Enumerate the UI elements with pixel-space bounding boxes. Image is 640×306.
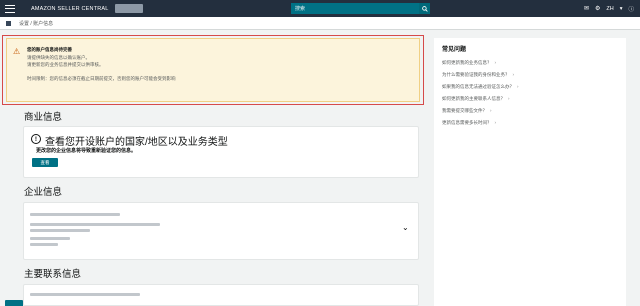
breadcrumb[interactable]: 设置 / 账户信息 [19, 20, 53, 27]
faq-link[interactable]: 如果我的信息无法通过验证怎么办？ › [442, 84, 519, 90]
company-info-card[interactable]: ⌄ [23, 202, 419, 260]
faq-panel: 常见问题 如何更新我的业务信息？ › 为什么需要验证我的身份和业务？ › 如果我的信… [434, 38, 626, 306]
faq-link[interactable]: 为什么需要验证我的身份和业务？ › [442, 72, 514, 78]
faq-link[interactable]: 如何更新我的业务信息？ › [442, 60, 496, 66]
search-button[interactable] [419, 3, 430, 14]
business-info-title: 查看您开设账户的国家/地区以及业务类型 [45, 137, 228, 148]
info-icon: ! [31, 134, 41, 144]
faq-link[interactable]: 更新信息需要多长时间？ › [442, 120, 496, 126]
gear-icon[interactable]: ⚙ [595, 5, 600, 12]
redacted-text [30, 293, 140, 296]
brand-logo[interactable]: AMAZON SELLER CENTRAL [31, 6, 109, 12]
top-navigation-bar: AMAZON SELLER CENTRAL 搜索 ✉ ⚙ ZH ▾ ⓘ [0, 0, 640, 17]
business-info-subtitle: 更改您的企业信息将导致重新验证您的信息。 [36, 148, 137, 154]
redacted-text [30, 229, 90, 232]
redacted-text [30, 223, 160, 226]
highlight-frame [2, 35, 424, 105]
topbar-actions: ✉ ⚙ ZH ▾ ⓘ [584, 2, 634, 15]
help-link[interactable]: ⓘ [628, 5, 634, 13]
redacted-text [30, 243, 58, 246]
breadcrumb-bar: 设置 / 账户信息 [0, 17, 640, 30]
redacted-text [30, 213, 120, 216]
chevron-down-icon[interactable]: ⌄ [402, 223, 409, 232]
search-icon [421, 5, 428, 12]
company-info-heading: 企业信息 [24, 187, 63, 198]
store-selector[interactable] [114, 4, 143, 13]
feedback-button[interactable] [5, 300, 23, 306]
contact-info-heading: 主要联系信息 [24, 269, 82, 280]
chevron-down-icon: ▾ [619, 5, 623, 12]
business-info-card: ! 查看您开设账户的国家/地区以及业务类型 更改您的企业信息将导致重新验证您的信… [23, 126, 419, 178]
view-business-button[interactable]: 查看 [32, 158, 58, 167]
redacted-text [30, 237, 70, 240]
language-selector[interactable]: ZH [606, 6, 613, 12]
business-info-heading: 商业信息 [24, 112, 63, 123]
search-box[interactable]: 搜索 [291, 3, 430, 14]
mail-icon[interactable]: ✉ [584, 5, 589, 12]
hamburger-menu-icon[interactable] [5, 4, 15, 13]
faq-link[interactable]: 我需要提交哪些文件？ › [442, 108, 492, 114]
home-icon[interactable] [6, 20, 11, 26]
contact-info-card[interactable] [23, 284, 419, 306]
search-input[interactable]: 搜索 [295, 5, 419, 12]
faq-title: 常见问题 [442, 47, 467, 53]
faq-link[interactable]: 如何更新我的主要联系人信息？ › [442, 96, 510, 102]
